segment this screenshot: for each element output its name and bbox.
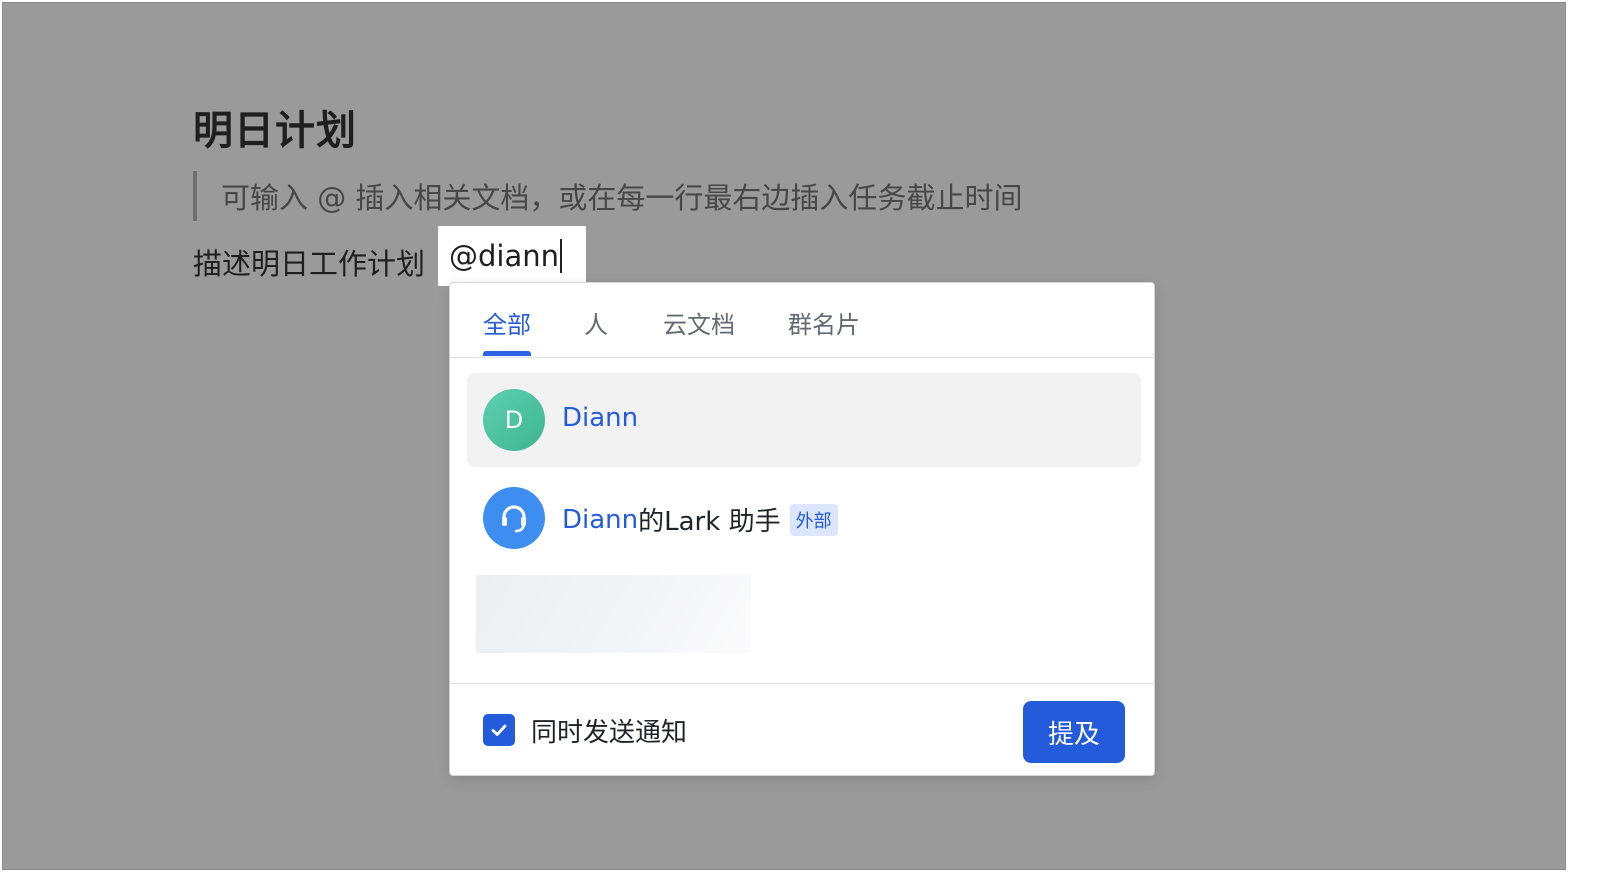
result-row-diann[interactable]: D Diann xyxy=(467,373,1141,467)
result-name-rest: 的Lark 助手 xyxy=(638,507,781,537)
mention-confirm-button[interactable]: 提及 xyxy=(1023,701,1125,763)
result-name-highlight: Diann xyxy=(562,403,639,433)
document-title: 明日计划 xyxy=(193,108,357,154)
avatar xyxy=(483,487,545,549)
result-name: Diann xyxy=(562,403,638,433)
active-tab-indicator xyxy=(483,351,531,356)
tab-all[interactable]: 全部 xyxy=(483,305,531,340)
external-badge: 外部 xyxy=(789,503,838,536)
result-name-highlight: Diann xyxy=(562,504,639,535)
tab-people[interactable]: 人 xyxy=(584,305,608,340)
quote-hint: 可输入 @ 插入相关文档，或在每一行最右边插入任务截止时间 xyxy=(193,171,1022,221)
tab-group-cards[interactable]: 群名片 xyxy=(788,305,860,340)
quote-hint-text: 可输入 @ 插入相关文档，或在每一行最右边插入任务截止时间 xyxy=(221,181,1023,215)
notify-label: 同时发送通知 xyxy=(531,718,688,748)
result-row-lark-assistant[interactable]: Diann 的Lark 助手 外部 xyxy=(467,471,1141,565)
mention-query-text: @diann xyxy=(449,239,559,273)
tab-cloud-docs[interactable]: 云文档 xyxy=(663,305,735,340)
headset-icon xyxy=(502,505,526,533)
notify-checkbox[interactable] xyxy=(483,714,515,746)
checkmark-icon xyxy=(491,724,507,736)
popup-footer: 同时发送通知 提及 xyxy=(450,683,1154,776)
result-name: Diann 的Lark 助手 外部 xyxy=(562,501,838,538)
text-caret xyxy=(560,239,562,273)
loading-placeholder xyxy=(476,575,751,653)
mention-query-input[interactable]: @diann xyxy=(438,226,586,286)
body-text: 描述明日工作计划 xyxy=(193,247,426,281)
avatar: D xyxy=(483,389,545,451)
avatar-initial: D xyxy=(504,406,524,434)
mention-popup: 全部 人 云文档 群名片 D Diann Diann 的Lark 助手 外部 同… xyxy=(449,282,1155,776)
app-frame: 明日计划 可输入 @ 插入相关文档，或在每一行最右边插入任务截止时间 描述明日工… xyxy=(0,0,1602,892)
mention-tabs: 全部 人 云文档 群名片 xyxy=(450,283,1154,358)
